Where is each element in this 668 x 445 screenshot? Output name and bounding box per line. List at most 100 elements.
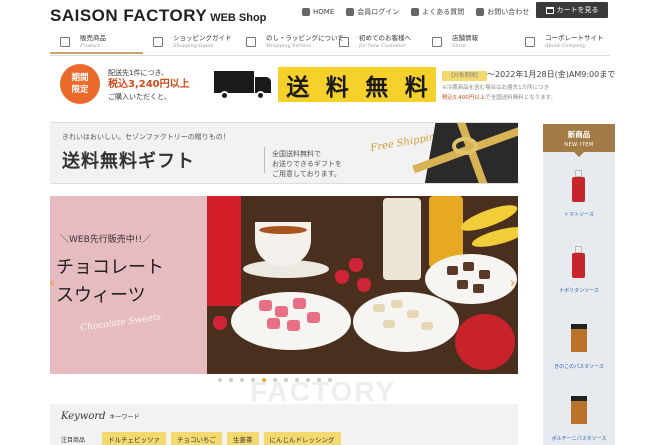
gift-desc-line: 全国送料無料で	[272, 150, 321, 158]
site-logo[interactable]: SAISON FACTORY WEB Shop	[50, 6, 266, 26]
hero-title-line: スウィーツ	[56, 285, 146, 306]
nav-item-corporate[interactable]: コーポレートサイト About Company	[515, 34, 608, 54]
top-link-contact[interactable]: お問い合わせ	[476, 7, 529, 17]
slider-dot[interactable]	[295, 378, 299, 382]
fruit-chip	[383, 320, 395, 328]
product-card[interactable]: ナポリタンソース	[543, 240, 615, 304]
slider-prev-arrow[interactable]: ‹	[50, 276, 59, 291]
period-date: 〜2022年1月28日	[487, 70, 555, 79]
top-link-faq[interactable]: よくある質問	[411, 7, 464, 17]
top-link-login[interactable]: 会員ログイン	[346, 7, 399, 17]
free-shipping-label: 送 料 無 料	[278, 67, 436, 102]
bow-image	[452, 137, 478, 155]
sidebar-header: 新商品 NEW ITEM	[543, 124, 615, 152]
top-link-label: よくある質問	[422, 8, 465, 16]
document-icon	[153, 37, 163, 47]
strawberry-chip	[267, 318, 280, 329]
nav-divider	[50, 55, 610, 56]
gift-desc-line: ご用意しております。	[272, 170, 341, 178]
note-price: 税込5,400円以上	[442, 95, 486, 101]
product-card[interactable]: ポルチーニパスタソース	[543, 388, 615, 445]
fruit-chip	[407, 310, 419, 318]
sidebar-title: 新商品	[567, 130, 591, 139]
cart-label: カートを見る	[556, 6, 599, 14]
free-shipping-gift-banner[interactable]: きれいはおいしい。セゾンファクトリーの贈りもの！ 送料無料ギフト 全国送料無料で…	[50, 122, 518, 184]
strawberry-image	[357, 278, 371, 292]
slider-next-arrow[interactable]: ›	[510, 276, 518, 291]
slider-dot[interactable]	[317, 378, 321, 382]
keyword-title-jp: キーワード	[109, 414, 140, 421]
hero-subtitle: ＼WEB先行販売中!!／	[60, 235, 151, 245]
slider-dot[interactable]	[306, 378, 310, 382]
user-icon	[346, 8, 355, 16]
product-card[interactable]: きのこのパスタソース	[543, 316, 615, 380]
logo-sub: WEB Shop	[210, 12, 267, 24]
shop-icon	[60, 37, 70, 47]
keyword-tag[interactable]: チョコいちご	[171, 432, 222, 445]
product-name: トマトソース	[564, 212, 594, 218]
free-shipping-banner[interactable]: 期間 限定 配送先1件につき、 税込3,240円以上 ご購入いただくと、 送 料…	[50, 60, 615, 110]
top-links: HOME 会員ログイン よくある質問 お問い合わせ	[302, 6, 529, 18]
nav-item-product[interactable]: 販売商品 Product	[50, 34, 143, 54]
nav-item-new-customer[interactable]: 初めてのお客様へ for New Customer	[329, 34, 422, 54]
chocolate-piece	[457, 280, 468, 289]
strawberry-chip	[275, 306, 288, 317]
product-name: きのこのパスタソース	[554, 364, 604, 370]
badge-line: 期間	[71, 73, 89, 83]
slider-dot[interactable]	[284, 378, 288, 382]
slider-dot[interactable]	[328, 378, 332, 382]
keyword-tag[interactable]: ドルチェビッツァ	[102, 432, 166, 445]
sidebar-subtitle: NEW ITEM	[564, 142, 594, 148]
nav-item-wrapping[interactable]: のし・ラッピングについて Wrapping Service	[236, 34, 344, 54]
home-icon	[302, 8, 310, 16]
condition-line: 配送先1件につき、	[108, 69, 168, 77]
note-line: ※冷蔵商品を含む場合はお届先1カ所につき	[442, 85, 550, 91]
slider-dot[interactable]	[229, 378, 233, 382]
keyword-title-en: Keyword	[61, 411, 106, 422]
condition-price: 税込3,240円以上	[108, 79, 190, 90]
sidebar-header-notch	[574, 152, 584, 157]
note-line: で全国送料無料となります。	[485, 95, 557, 101]
chocolate-piece	[473, 284, 484, 293]
nav-item-sublabel: for New Customer	[359, 43, 406, 49]
free-char: 料	[404, 74, 428, 101]
slider-dot[interactable]	[240, 378, 244, 382]
nav-item-store[interactable]: 店舗情報 Store	[422, 34, 515, 54]
hero-script: Chocolate Sweets	[79, 312, 162, 334]
product-image	[572, 246, 585, 278]
nav-item-shopping-guide[interactable]: ショッピングガイド Shopping Guide	[143, 34, 236, 54]
strawberry-chip	[287, 320, 300, 331]
logo-main: SAISON FACTORY	[50, 6, 208, 25]
keyword-tag[interactable]: にんじんドレッシング	[263, 432, 341, 445]
slider-dot[interactable]	[218, 378, 222, 382]
hero-title-line: チョコレート	[56, 257, 164, 278]
hero-slider[interactable]: ＼WEB先行販売中!!／ チョコレート スウィーツ Chocolate Swee…	[50, 196, 518, 374]
top-link-home[interactable]: HOME	[302, 8, 334, 16]
period-time: (金)AM9:00まで	[554, 70, 616, 79]
nav-item-sublabel: Product	[80, 43, 100, 49]
top-link-label: お問い合わせ	[487, 8, 530, 16]
slider-dot-active[interactable]	[262, 378, 266, 382]
shipping-condition: 配送先1件につき、 税込3,240円以上 ご購入いただくと、	[108, 67, 190, 103]
shipping-note: ※冷蔵商品を含む場合はお届先1カ所につき 税込5,400円以上で全国送料無料とな…	[442, 83, 556, 103]
nav-item-sublabel: Store	[452, 43, 466, 49]
fruit-chip	[373, 304, 385, 312]
plate-image	[353, 292, 459, 352]
cart-button[interactable]: カートを見る	[536, 2, 608, 18]
fruit-chip	[421, 322, 433, 330]
gift-icon	[246, 37, 256, 47]
limited-time-badge: 期間 限定	[60, 64, 100, 104]
nav-item-sublabel: Wrapping Service	[266, 43, 312, 49]
slider-dot[interactable]	[273, 378, 277, 382]
gift-divider	[264, 147, 265, 173]
strawberry-chip	[307, 312, 320, 323]
nav-item-sublabel: About Company	[545, 43, 586, 49]
free-char: 送	[286, 74, 310, 101]
keyword-tags: ドルチェビッツァ チョコいちご 生姜茶 にんじんドレッシング	[102, 432, 341, 445]
slider-dot[interactable]	[251, 378, 255, 382]
bottle-image	[383, 198, 421, 280]
nav-item-label: コーポレートサイト	[545, 34, 604, 42]
keyword-tag[interactable]: 生姜茶	[227, 432, 259, 445]
strawberry-image	[213, 316, 227, 330]
product-card[interactable]: トマトソース	[543, 164, 615, 228]
